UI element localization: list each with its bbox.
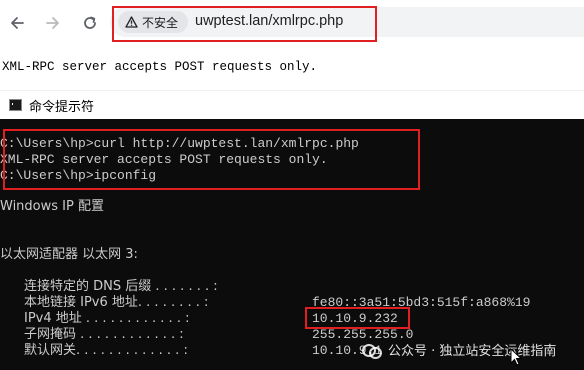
page-message: XML-RPC server accepts POST requests onl… — [2, 60, 318, 74]
back-button[interactable] — [6, 12, 28, 34]
cmd-title: 命令提示符 — [29, 100, 95, 115]
wechat-logo-icon — [362, 343, 382, 359]
row-ipv6-label: 本地链接 IPv6 地址. . . . . . . . : — [24, 295, 209, 310]
reload-button[interactable] — [79, 12, 101, 34]
console-line-ip-config-title: Windows IP 配置 — [0, 199, 104, 214]
cmd-icon — [9, 99, 22, 111]
url-highlight-box — [112, 6, 377, 42]
cmd-title-bar: 命令提示符 — [0, 90, 584, 120]
watermark: 公众号 · 独立站安全运维指南 — [362, 340, 556, 359]
row-ipv4-label: IPv4 地址 . . . . . . . . . . . . : — [24, 311, 190, 326]
back-arrow-icon — [11, 17, 24, 29]
console-line-adapter: 以太网适配器 以太网 3: — [0, 247, 138, 262]
ipv4-highlight-box — [305, 307, 410, 329]
row-dns-suffix-label: 连接特定的 DNS 后缀 . . . . . . . : — [24, 279, 218, 294]
watermark-text: 公众号 · 独立站安全运维指南 — [388, 344, 557, 359]
forward-arrow-icon — [46, 17, 59, 29]
mouse-cursor-icon — [510, 348, 522, 366]
cmd-console[interactable]: C:\Users\hp>curl http://uwptest.lan/xmlr… — [0, 119, 584, 370]
forward-button[interactable] — [42, 12, 64, 34]
row-subnet-label: 子网掩码 . . . . . . . . . . . . : — [24, 327, 184, 342]
reload-icon — [84, 16, 96, 29]
command-highlight-box — [3, 129, 420, 190]
browser-toolbar: 不安全 uwptest.lan/xmlrpc.php — [0, 0, 584, 46]
row-gateway-label: 默认网关. . . . . . . . . . . . . : — [24, 343, 188, 358]
